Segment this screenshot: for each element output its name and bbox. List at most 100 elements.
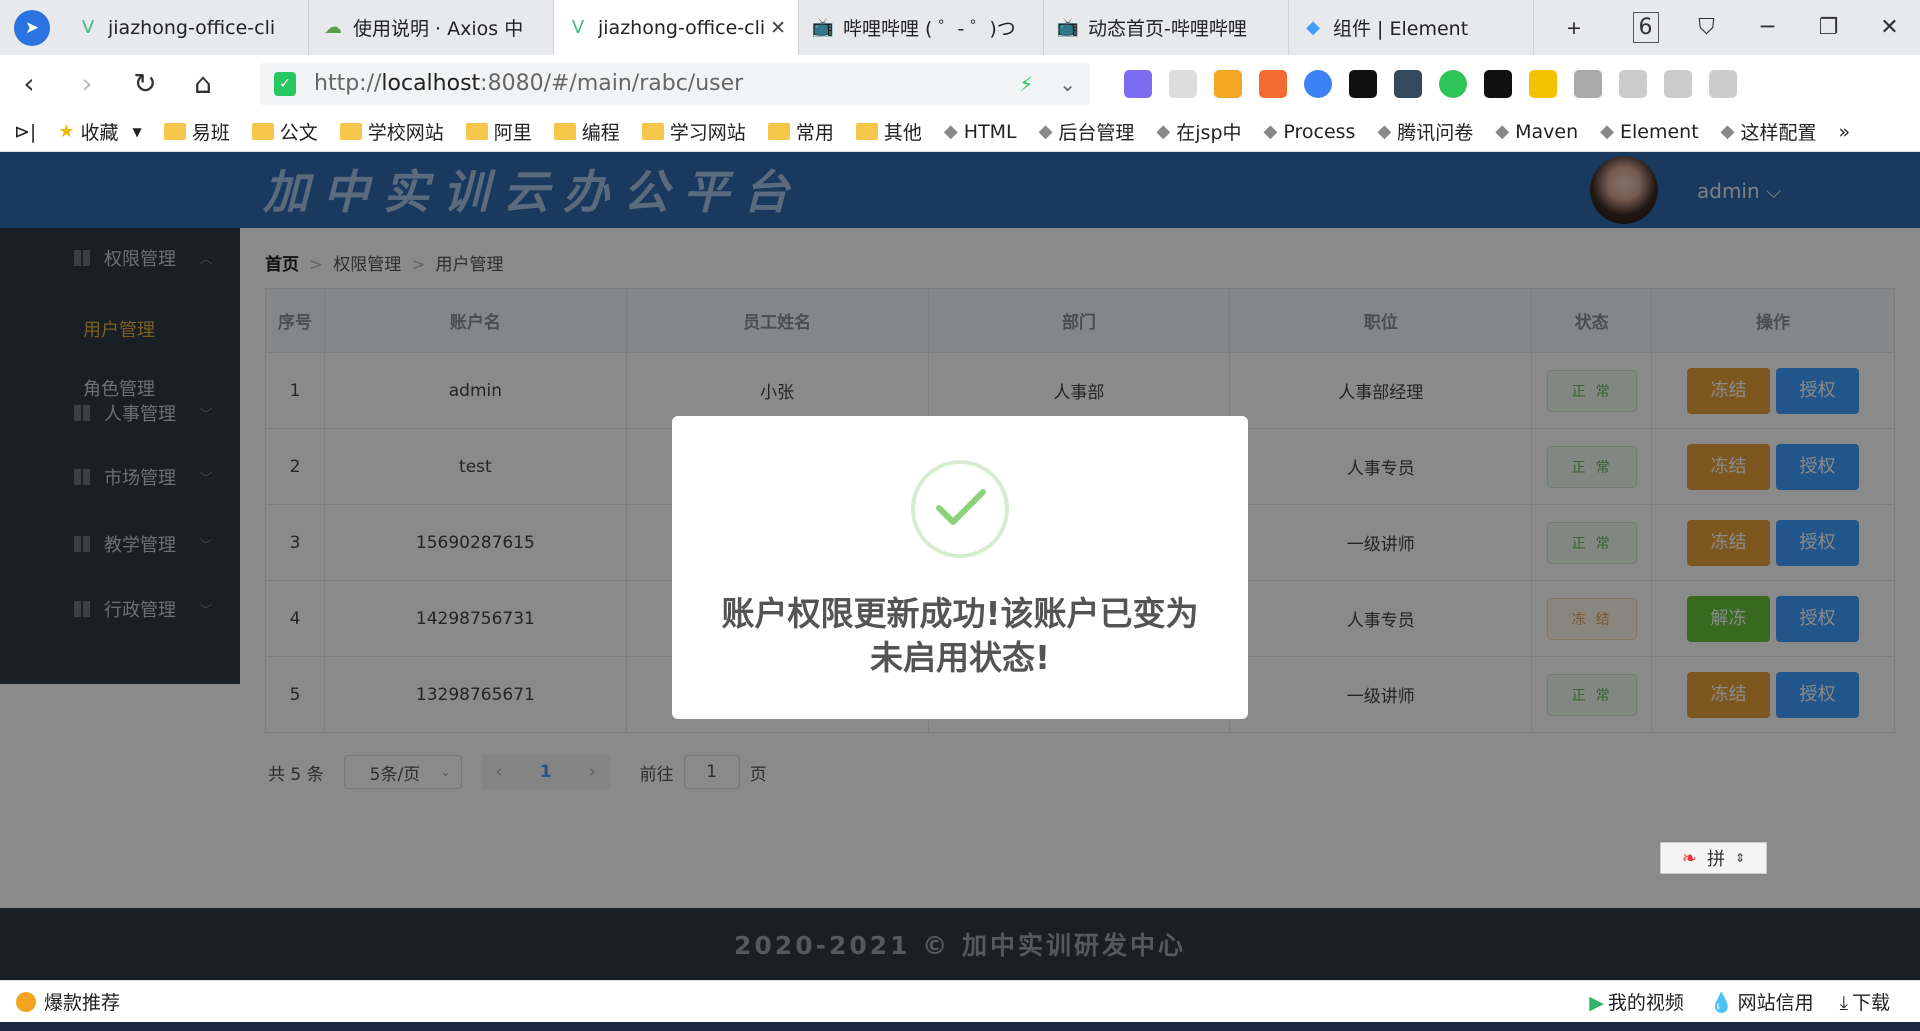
dialog-message: 账户权限更新成功!该账户已变为未启用状态! (721, 594, 1199, 677)
ime-arrows-icon: ⇕ (1735, 851, 1746, 865)
scissors-icon[interactable] (1169, 69, 1197, 98)
minimize-icon[interactable]: ─ (1737, 15, 1798, 40)
bookmark-favicon-icon: ◆ (943, 121, 958, 142)
download-icon: ⤓ (1839, 992, 1848, 1014)
tab-favicon-icon: 📺 (811, 17, 835, 38)
bookmarks-more[interactable]: » (1839, 121, 1851, 143)
tab-favicon-icon: ◆ (1306, 17, 1320, 38)
sidebar-toggle-icon[interactable]: ⊳| (14, 121, 36, 143)
status-item-0[interactable]: ▶ 我的视频 (1589, 988, 1684, 1015)
folder-icon (767, 123, 790, 140)
bookmark-14[interactable]: ◆ Maven (1495, 121, 1578, 143)
chevron-down-icon[interactable]: ⌄ (1059, 72, 1076, 96)
bookmark-16[interactable]: ◆ 这样配置 (1721, 118, 1817, 145)
restore-icon[interactable]: ❐ (1798, 15, 1859, 40)
shirt-icon[interactable]: ⛉ (1676, 15, 1737, 40)
folder-icon (339, 123, 362, 140)
hot-recommend[interactable]: 爆款推荐 (16, 988, 120, 1015)
bookmark-8[interactable]: 其他 (855, 118, 922, 145)
star-badge-icon (16, 991, 36, 1012)
tab-2[interactable]: Vjiazhong-office-cli ✕ (554, 0, 799, 55)
new-tab-button[interactable]: + (1534, 0, 1614, 55)
secure-shield-icon: ✓ (274, 71, 296, 96)
chevron-down-icon: ▼ (132, 124, 142, 139)
tab-favicon-icon: V (571, 17, 585, 38)
tab-title: jiazhong-office-cli (598, 16, 765, 39)
reload-icon[interactable]: ↻ (116, 67, 174, 100)
tab-5[interactable]: ◆ 组件 | Element (1289, 0, 1534, 55)
shield-extension-icon[interactable] (1214, 69, 1242, 98)
media-icon[interactable] (1484, 69, 1512, 98)
tab-4[interactable]: 📺 动态首页-哔哩哔哩 (1044, 0, 1289, 55)
back-icon[interactable]: ‹ (0, 67, 58, 100)
tab-title: 动态首页-哔哩哔哩 (1088, 18, 1247, 40)
folder-icon (465, 123, 488, 140)
tab-title: 组件 | Element (1333, 18, 1469, 40)
status-item-2[interactable]: ⤓ 下载 (1840, 988, 1890, 1015)
game-icon[interactable] (1259, 69, 1287, 98)
bookmark-favicon-icon: ◆ (1720, 121, 1735, 142)
folder-icon (251, 123, 274, 140)
folder-icon (553, 123, 576, 140)
bookmark-0[interactable]: ★ 收藏 ▼ (58, 118, 141, 145)
success-check-icon (911, 460, 1009, 558)
tab-1[interactable]: ☁ 使用说明 · Axios 中 (309, 0, 554, 55)
tab-favicon-icon: V (81, 17, 95, 38)
bookmark-3[interactable]: 学校网站 (339, 118, 444, 145)
bookmark-favicon-icon: ◆ (1263, 121, 1278, 142)
forward-icon[interactable]: › (58, 67, 116, 100)
tab-3[interactable]: 📺 哔哩哔哩 ( ゜- ゜)つ (799, 0, 1044, 55)
tab-title: 哔哩哔哩 ( ゜- ゜)つ (843, 18, 1016, 40)
taskbar-strip (0, 1022, 1920, 1031)
bookmark-15[interactable]: ◆ Element (1600, 121, 1699, 143)
bookmark-5[interactable]: 编程 (553, 118, 620, 145)
undo-icon[interactable] (1664, 69, 1692, 98)
bookmark-11[interactable]: ◆ 在jsp中 (1156, 118, 1241, 145)
bookmark-2[interactable]: 公文 (251, 118, 318, 145)
bookmark-favicon-icon: ◆ (1156, 121, 1171, 142)
folder-icon (163, 123, 186, 140)
tab-0[interactable]: Vjiazhong-office-cli (64, 0, 309, 55)
window-controls: 6 ⛉ ─ ❐ ✕ (1615, 0, 1920, 55)
home-icon[interactable]: ⌂ (174, 67, 232, 100)
wechat-icon[interactable] (1439, 69, 1467, 98)
success-dialog: 账户权限更新成功!该账户已变为未启用状态! (672, 416, 1248, 719)
url-input[interactable]: ✓ http://localhost:8080/#/main/rabc/user… (260, 62, 1090, 105)
bookmark-9[interactable]: ◆ HTML (944, 121, 1017, 143)
menu-icon[interactable] (1709, 69, 1737, 98)
search-icon[interactable] (1304, 69, 1332, 98)
app-icon[interactable] (1349, 69, 1377, 98)
cat-icon[interactable] (1529, 69, 1557, 98)
bookmark-favicon-icon: ◆ (1038, 121, 1053, 142)
lightning-icon[interactable]: ⚡ (1019, 72, 1033, 96)
ime-toolbar[interactable]: ❧ 拼 ⇕ (1660, 842, 1767, 874)
tab-title: 使用说明 · Axios 中 (353, 18, 524, 40)
bookmark-favicon-icon: ◆ (1600, 121, 1614, 142)
bookmark-12[interactable]: ◆ Process (1264, 121, 1356, 143)
status-icon: ▶ (1589, 992, 1604, 1014)
bookmark-13[interactable]: ◆ 腾讯问卷 (1377, 118, 1473, 145)
translate-icon[interactable] (1124, 69, 1152, 98)
address-toolbar: ‹ › ↻ ⌂ ✓ http://localhost:8080/#/main/r… (0, 55, 1920, 112)
bookmark-10[interactable]: ◆ 后台管理 (1039, 118, 1135, 145)
bookmark-6[interactable]: 学习网站 (641, 118, 746, 145)
gamepad-icon[interactable] (1574, 69, 1602, 98)
close-window-icon[interactable]: ✕ (1859, 15, 1920, 40)
bookmarks-bar: ⊳| ★ 收藏 ▼ 易班 公文 学校网站 阿里 编程 学习网站 常用 其他 ◆ HTML ◆ 后台管理 ◆ 在j… (0, 112, 1920, 152)
bookmark-4[interactable]: 阿里 (465, 118, 532, 145)
vue-devtools-icon[interactable] (1394, 69, 1422, 98)
bookmark-7[interactable]: 常用 (767, 118, 834, 145)
status-item-1[interactable]: 💧 网站信用 (1710, 988, 1814, 1015)
bookmark-favicon-icon: ◆ (1377, 121, 1392, 142)
browser-logo[interactable]: ➤ (0, 0, 64, 55)
close-tab-icon[interactable]: ✕ (770, 17, 786, 39)
status-icon: 💧 (1709, 992, 1734, 1014)
tab-count-badge[interactable]: 6 (1615, 12, 1676, 43)
ime-logo-icon: ❧ (1681, 847, 1698, 869)
grid-apps-icon[interactable] (1619, 69, 1647, 98)
bookmark-1[interactable]: 易班 (163, 118, 230, 145)
browser-status-bar: 爆款推荐 ▶ 我的视频 💧 网站信用 ⤓ 下载 (0, 980, 1920, 1022)
star-icon: ★ (58, 121, 75, 142)
tab-title: jiazhong-office-cli (108, 16, 276, 39)
tab-favicon-icon: 📺 (1056, 17, 1080, 38)
